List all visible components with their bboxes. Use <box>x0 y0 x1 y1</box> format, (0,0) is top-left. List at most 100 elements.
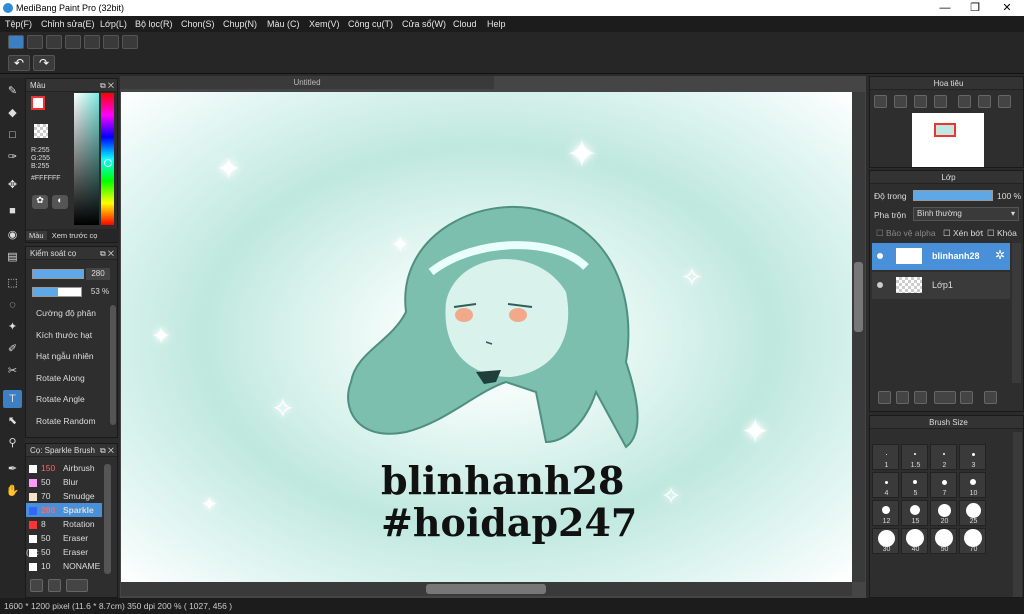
brush-size-cell[interactable]: 3 <box>959 444 986 470</box>
menu-select[interactable]: Chọn(S) <box>181 19 215 29</box>
brush-list-item[interactable]: 70 Smudge <box>26 489 102 503</box>
transparent-color-swatch[interactable] <box>34 124 48 138</box>
navigator-viewport[interactable] <box>934 123 956 137</box>
zoom-out-icon[interactable] <box>934 95 947 108</box>
brush-size-cell[interactable]: 1.5 <box>901 444 928 470</box>
tab-untitled[interactable]: Untitled <box>120 76 494 89</box>
fill-rect-tool-icon[interactable]: ■ <box>3 202 22 220</box>
layer-row-active[interactable]: blinhanh28 ✲ <box>872 243 1010 270</box>
zoom-in-icon[interactable] <box>874 95 887 108</box>
pen-tool-icon[interactable]: ✑ <box>3 148 22 166</box>
brush-size-cell[interactable]: 20 <box>930 500 957 526</box>
panel-layout-icon[interactable] <box>122 35 138 49</box>
gear-icon[interactable]: ✲ <box>995 248 1005 262</box>
delete-layer-icon[interactable] <box>984 391 997 404</box>
brush-setting-item[interactable]: Rotate Angle <box>26 389 108 411</box>
select-tool-icon[interactable]: ⬚ <box>3 274 22 292</box>
brush-size-cell[interactable]: 15 <box>901 500 928 526</box>
brush-list-item[interactable]: 50 Eraser <box>26 545 102 559</box>
cloud-icon[interactable] <box>8 35 24 49</box>
canvas-vertical-scrollbar[interactable] <box>852 92 865 582</box>
brush-size-cell[interactable]: 7 <box>930 472 957 498</box>
visibility-icon[interactable] <box>877 253 883 259</box>
minimize-button[interactable]: — <box>930 1 960 15</box>
add-brush-icon[interactable] <box>30 579 43 592</box>
brush-list-item[interactable]: 50Eraser (Sc <box>26 531 102 557</box>
brush-list-item[interactable]: 280 Sparkle <box>26 503 102 517</box>
maximize-button[interactable]: ❐ <box>960 1 990 15</box>
brush-setting-item[interactable]: Cường độ phân <box>26 303 108 325</box>
brush-size-slider[interactable] <box>32 269 84 279</box>
new-brush-icon[interactable] <box>48 579 61 592</box>
brush-control-scrollbar[interactable] <box>110 305 116 425</box>
new-page-icon[interactable] <box>914 391 927 404</box>
brush-size-cell[interactable]: 10 <box>959 472 986 498</box>
menu-window[interactable]: Cửa sổ(W) <box>402 19 446 29</box>
vertical-scroll-thumb[interactable] <box>854 262 863 332</box>
brush-size-scrollbar[interactable] <box>1013 432 1022 597</box>
hand-tool-icon[interactable]: ✋ <box>3 482 22 500</box>
saturation-value-picker[interactable] <box>74 93 99 225</box>
brush-list-item[interactable]: 50 Blur <box>26 475 102 489</box>
brush-menu-icon[interactable] <box>66 579 88 592</box>
operation-tool-icon[interactable]: ⬉ <box>3 412 22 430</box>
clipping-checkbox[interactable]: ☐ Xén bớt <box>943 228 983 239</box>
rotate-right-icon[interactable] <box>998 95 1011 108</box>
fit-icon[interactable] <box>914 95 927 108</box>
close-icon[interactable]: ⧉ ✕ <box>100 79 114 92</box>
layer-add-menu-icon[interactable] <box>934 391 956 404</box>
menu-layer[interactable]: Lớp(L) <box>100 19 127 29</box>
hue-handle[interactable] <box>104 159 112 167</box>
brush-setting-item[interactable]: Hạt ngẫu nhiên <box>26 346 108 368</box>
brush-size-cell[interactable]: 2 <box>930 444 957 470</box>
tab-brush-preview[interactable]: Xem trước cọ <box>49 231 101 240</box>
canvas-horizontal-scrollbar[interactable] <box>121 582 852 596</box>
select-eraser-tool-icon[interactable]: ✂ <box>3 362 22 380</box>
menu-color[interactable]: Màu (C) <box>267 19 300 29</box>
menu-view[interactable]: Xem(V) <box>309 19 340 29</box>
brush-setting-item[interactable]: Kích thước hạt <box>26 325 108 347</box>
brush-size-cell[interactable]: 25 <box>959 500 986 526</box>
brush-setting-item[interactable]: Rotate Along <box>26 368 108 390</box>
drawing-canvas[interactable]: ✦ ✦ ✧ ✦ ✧ ✦ ✦ ✧ ✦ blinhanh28 #hoidap247 <box>121 92 853 582</box>
flip-icon[interactable] <box>978 95 991 108</box>
magic-wand-tool-icon[interactable]: ✦ <box>3 318 22 336</box>
blend-mode-select[interactable]: Bình thường ▾ <box>913 207 1019 221</box>
message-icon[interactable] <box>65 35 81 49</box>
duplicate-layer-icon[interactable] <box>896 391 909 404</box>
bucket-tool-icon[interactable]: ◉ <box>3 226 22 244</box>
undo-icon[interactable]: ↶ <box>8 55 30 71</box>
dropper-tool-icon[interactable]: ⚲ <box>3 434 22 452</box>
grid-icon[interactable] <box>103 35 119 49</box>
gradient-tool-icon[interactable]: ▤ <box>3 248 22 266</box>
lock-checkbox[interactable]: ☐ Khóa <box>987 228 1017 239</box>
brush-list-item[interactable]: 10 NONAME <box>26 559 102 573</box>
brush-setting-item[interactable]: Rotate Random <box>26 411 108 433</box>
redo-icon[interactable]: ↷ <box>33 55 55 71</box>
close-icon[interactable]: ⧉ ✕ <box>100 444 114 457</box>
brush-size-cell[interactable]: 50 <box>930 528 957 554</box>
brush-size-cell[interactable]: 30 <box>872 528 899 554</box>
zoom-in-alt-icon[interactable] <box>894 95 907 108</box>
lasso-tool-icon[interactable]: ◌ <box>3 296 22 314</box>
layer-opacity-slider[interactable] <box>913 190 993 201</box>
rectangle-tool-icon[interactable]: □ <box>3 126 22 144</box>
primary-color-swatch[interactable] <box>31 96 45 110</box>
brush-list-item[interactable]: 150 Airbrush <box>26 461 102 475</box>
color-wheel-icon[interactable]: ◐ <box>52 195 68 209</box>
brush-size-cell[interactable]: 12 <box>872 500 899 526</box>
menu-snap[interactable]: Chụp(N) <box>223 19 257 29</box>
close-window-button[interactable]: ✕ <box>992 1 1022 15</box>
comment-icon[interactable] <box>46 35 62 49</box>
visibility-icon[interactable] <box>877 282 883 288</box>
eraser-tool-icon[interactable]: ◆ <box>3 104 22 122</box>
brush-opacity-slider[interactable] <box>32 287 82 297</box>
brush-size-cell[interactable]: 5 <box>901 472 928 498</box>
menu-tools[interactable]: Công cụ(T) <box>348 19 393 29</box>
layer-scrollbar[interactable] <box>1012 243 1021 383</box>
horizontal-scroll-thumb[interactable] <box>426 584 546 594</box>
brush-size-cell[interactable]: 70 <box>959 528 986 554</box>
brush-size-cell[interactable]: 4 <box>872 472 899 498</box>
select-pen-tool-icon[interactable]: ✐ <box>3 340 22 358</box>
brush-size-cell[interactable]: 40 <box>901 528 928 554</box>
